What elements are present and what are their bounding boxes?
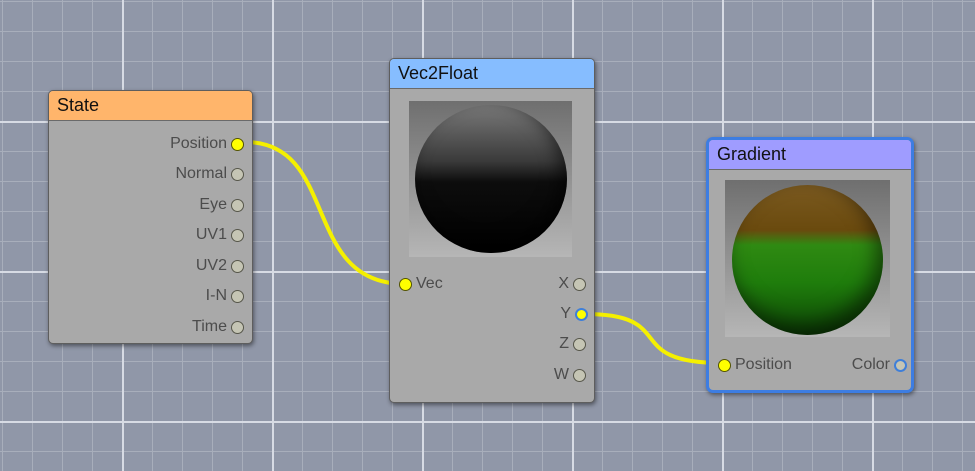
port-x[interactable]: X	[558, 275, 586, 293]
port-label: UV2	[195, 257, 227, 274]
port-uv1[interactable]: UV1	[196, 226, 244, 244]
port-time[interactable]: Time	[192, 318, 244, 336]
port-z[interactable]: Z	[559, 335, 586, 353]
port-socket-icon[interactable]	[573, 277, 586, 291]
port-label: Z	[559, 335, 569, 352]
node-vec2float-title[interactable]: Vec2Float	[390, 59, 594, 89]
port-socket-icon[interactable]	[573, 368, 586, 382]
port-w[interactable]: W	[554, 366, 586, 384]
port-label: Color	[851, 356, 890, 373]
port-color[interactable]: Color	[852, 356, 907, 374]
port-uv2[interactable]: UV2	[196, 257, 244, 275]
port-socket-icon[interactable]	[231, 167, 244, 181]
preview-sphere	[415, 105, 567, 253]
port-label: Position	[170, 135, 227, 152]
material-preview	[409, 101, 572, 257]
port-label: I-N	[205, 287, 227, 304]
port-i-n[interactable]: I-N	[206, 287, 244, 305]
port-socket-icon[interactable]	[231, 320, 244, 334]
port-y[interactable]: Y	[560, 305, 588, 323]
preview-sphere	[732, 185, 883, 335]
node-vec2float[interactable]: Vec2Float Vec X Y Z W	[389, 58, 595, 403]
port-socket-icon[interactable]	[231, 228, 244, 242]
port-label: W	[553, 366, 569, 383]
material-preview	[725, 180, 890, 337]
port-label: Vec	[416, 275, 443, 292]
port-label: Position	[735, 356, 792, 373]
port-label: X	[558, 275, 569, 292]
port-label: Normal	[175, 165, 227, 182]
port-socket-icon[interactable]	[575, 307, 588, 321]
node-state-title[interactable]: State	[49, 91, 252, 121]
port-socket-icon[interactable]	[231, 289, 244, 303]
port-position[interactable]: Position	[170, 135, 244, 153]
port-socket-icon[interactable]	[573, 337, 586, 351]
wire-y-to-position[interactable]	[584, 312, 723, 365]
port-socket-icon[interactable]	[894, 358, 907, 372]
port-socket-icon[interactable]	[718, 358, 731, 372]
port-label: Y	[560, 305, 571, 322]
wire-position-to-vec[interactable]	[244, 140, 406, 286]
port-eye[interactable]: Eye	[199, 196, 244, 214]
node-gradient-title[interactable]: Gradient	[709, 140, 911, 170]
port-socket-icon[interactable]	[231, 259, 244, 273]
port-socket-icon[interactable]	[231, 137, 244, 151]
port-label: Eye	[199, 196, 227, 213]
port-normal[interactable]: Normal	[175, 165, 244, 183]
node-state[interactable]: State Position Normal Eye UV1 UV2 I-N Ti…	[48, 90, 253, 344]
node-gradient[interactable]: Gradient Position Color	[706, 137, 914, 393]
port-label: UV1	[195, 226, 227, 243]
port-socket-icon[interactable]	[231, 198, 244, 212]
port-label: Time	[192, 318, 227, 335]
port-socket-icon[interactable]	[399, 277, 412, 291]
port-vec-input[interactable]: Vec	[399, 275, 443, 293]
port-position-input[interactable]: Position	[718, 356, 792, 374]
